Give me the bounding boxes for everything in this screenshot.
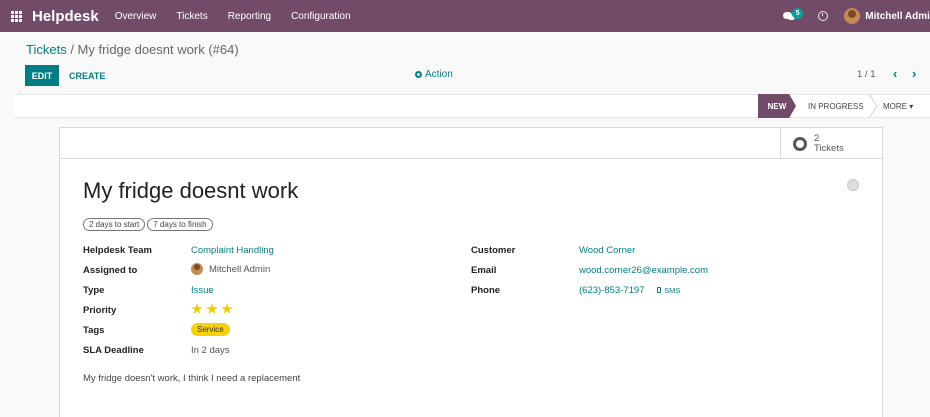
messages-badge: 5 [792,8,804,19]
top-navbar: Helpdesk Overview Tickets Reporting Conf… [0,0,930,32]
gear-icon [415,71,422,78]
mobile-phone-icon [657,287,662,293]
form-sheet: 2 Tickets My fridge doesnt work 2 days t… [59,127,883,417]
star-icon[interactable] [206,303,218,314]
star-icon[interactable] [191,303,203,314]
tags-value: Service [191,323,230,336]
user-menu[interactable]: Mitchell Admin [865,11,930,22]
apps-menu-icon[interactable] [0,0,32,32]
field-label-phone: Phone [471,285,501,296]
ticket-description[interactable]: My fridge doesn't work, I think I need a… [83,373,300,384]
assigned-to-value[interactable]: Mitchell Admin [191,263,270,275]
stage-new[interactable]: NEW [758,94,796,118]
menu-overview[interactable]: Overview [115,11,157,22]
assignee-name: Mitchell Admin [209,263,271,275]
pager-prev-chevron-icon[interactable]: ‹ [893,66,897,81]
breadcrumb: Tickets / My fridge doesnt work (#64) [26,42,239,57]
messages-icon[interactable]: 5 [780,6,804,26]
pager-next-chevron-icon[interactable]: › [912,66,916,81]
field-label-customer: Customer [471,245,516,256]
field-label-tags: Tags [83,325,105,336]
phone-value: (623)-853-7197 SMS [579,285,680,296]
field-label-helpdesk-team: Helpdesk Team [83,245,152,256]
type-value[interactable]: Issue [191,285,214,296]
send-sms-link[interactable]: SMS [657,286,680,295]
menu-configuration[interactable]: Configuration [291,11,350,22]
ticket-title[interactable]: My fridge doesnt work [83,178,298,204]
user-avatar[interactable] [844,8,861,24]
lifebuoy-icon [793,136,807,151]
stage-more-dropdown[interactable]: MORE ▾ [883,94,913,118]
priority-stars [191,303,233,315]
menu-reporting[interactable]: Reporting [228,11,271,22]
field-label-assigned-to: Assigned to [83,265,138,276]
pager-value[interactable]: 1 / 1 [857,69,876,80]
edit-button[interactable]: EDIT [25,65,59,86]
email-value[interactable]: wood.corner26@example.com [579,265,708,276]
smart-button-box: 2 Tickets [60,128,882,159]
stage-separator-chevron-icon [868,94,878,118]
tickets-label: Tickets [814,142,844,154]
kanban-state-circle-icon[interactable] [847,179,859,191]
tickets-count: 2 [814,132,820,144]
action-label: Action [425,69,453,80]
field-label-email: Email [471,265,497,276]
tag-badge[interactable]: Service [191,323,230,336]
phone-number[interactable]: (623)-853-7197 [579,285,645,296]
action-menu[interactable]: Action [415,69,453,80]
assignee-avatar [191,263,203,275]
breadcrumb-tickets-link[interactable]: Tickets [26,42,67,57]
sla-deadline-value: In 2 days [191,345,230,356]
stage-in-progress[interactable]: IN PROGRESS [798,94,874,118]
sla-chips: 2 days to start 7 days to finish [83,218,213,231]
field-label-priority: Priority [83,305,117,316]
menu-tickets[interactable]: Tickets [176,11,207,22]
sms-label: SMS [664,285,681,295]
create-button[interactable]: CREATE [69,65,105,86]
customer-value[interactable]: Wood Corner [579,245,635,256]
sla-chip: 2 days to start [83,218,146,231]
field-label-sla-deadline: SLA Deadline [83,345,144,356]
activity-clock-icon[interactable] [818,11,829,21]
breadcrumb-separator: / [66,42,78,57]
star-icon[interactable] [221,303,233,314]
helpdesk-team-value[interactable]: Complaint Handling [191,245,274,256]
app-brand[interactable]: Helpdesk [32,8,99,25]
field-label-type: Type [83,285,105,296]
breadcrumb-current: My fridge doesnt work (#64) [77,42,239,57]
sla-chip: 7 days to finish [147,218,213,231]
tickets-smart-button[interactable]: 2 Tickets [780,128,882,159]
